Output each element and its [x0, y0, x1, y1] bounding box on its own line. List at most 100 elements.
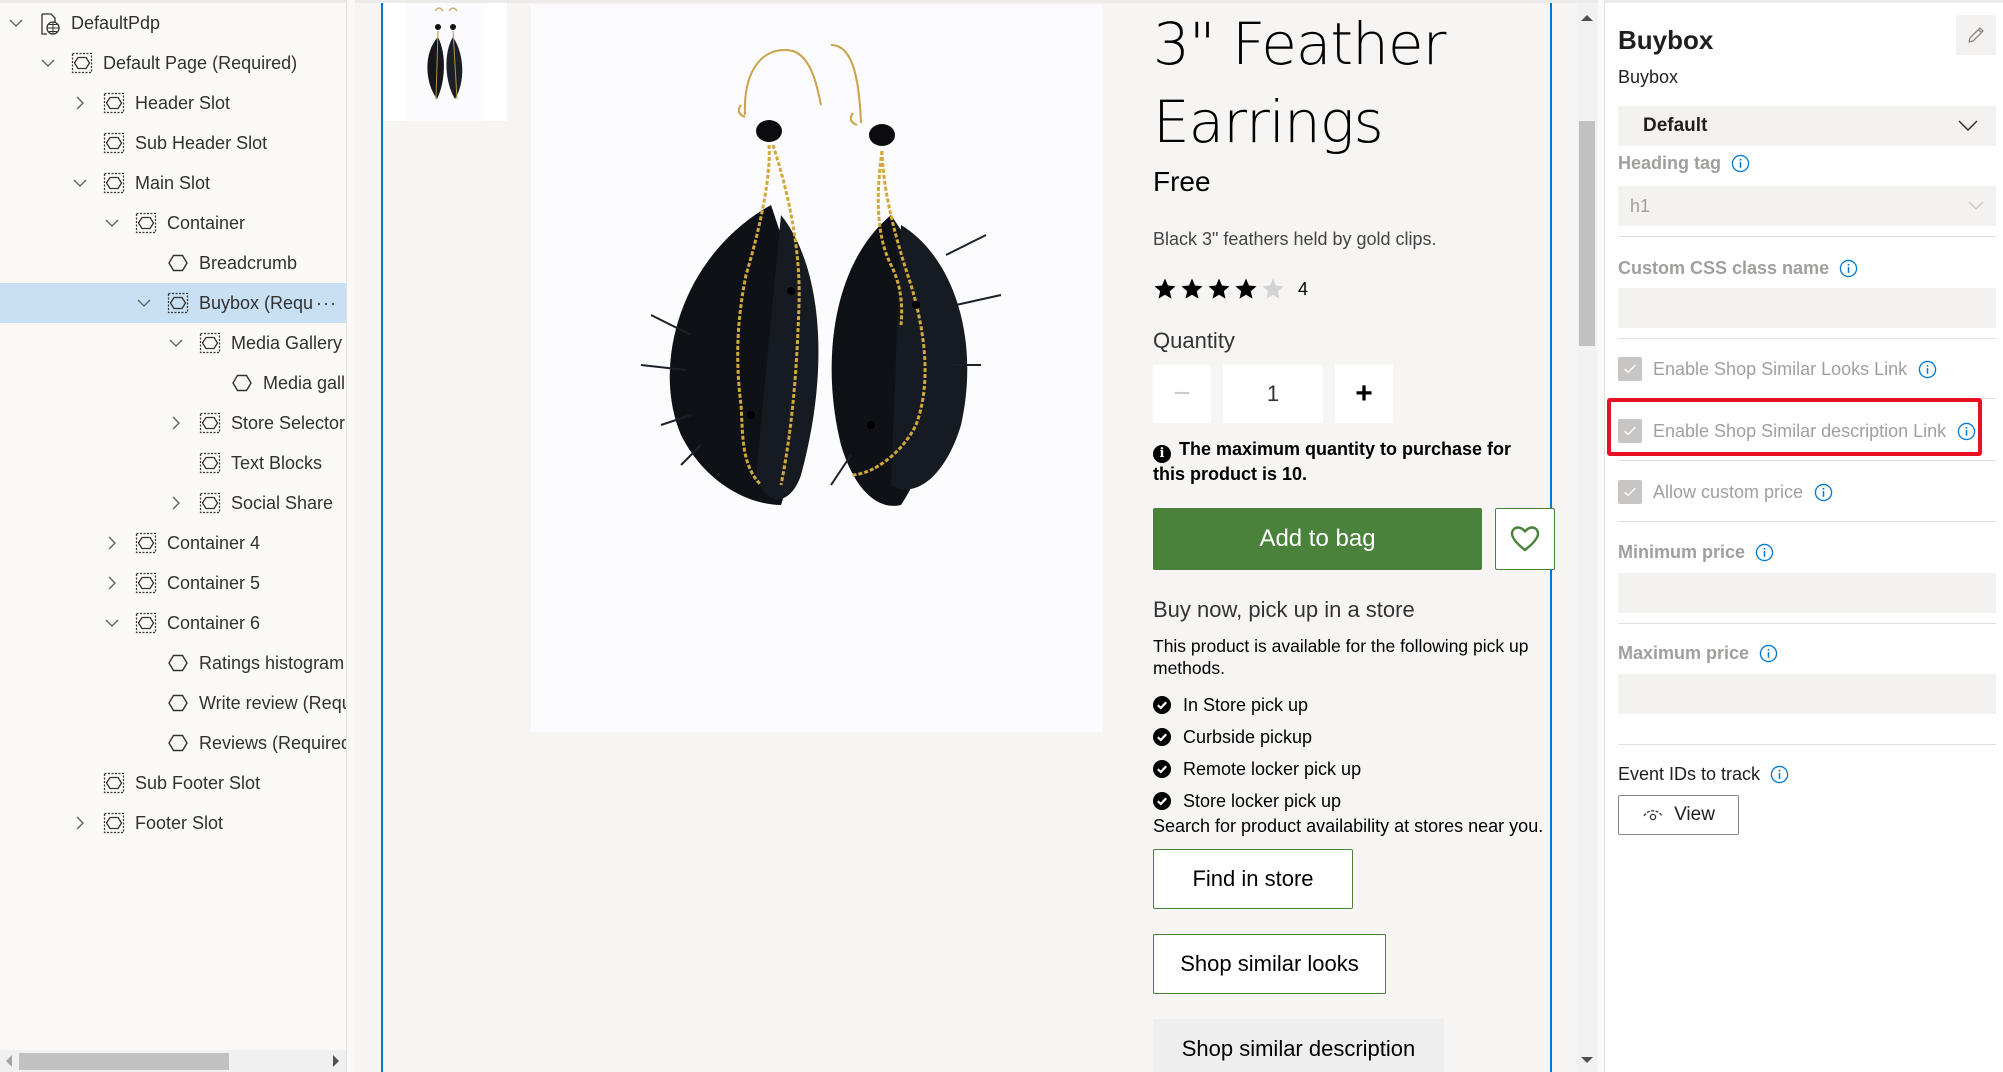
maximum-price-input[interactable]	[1618, 674, 1996, 714]
heading-tag-select[interactable]: h1	[1618, 186, 1996, 226]
pickup-method-item: In Store pick up	[1153, 689, 1361, 721]
info-icon[interactable]	[1957, 422, 1976, 441]
chevron-down-icon[interactable]	[136, 295, 152, 311]
tree-item[interactable]: Container 4	[0, 523, 346, 563]
chevron-down-icon[interactable]	[168, 335, 184, 351]
tree-item[interactable]: Ratings histogram	[0, 643, 346, 683]
tree-item-label: Media gall	[263, 372, 346, 393]
rating-stars[interactable]: 4	[1153, 277, 1308, 301]
chevron-right-icon[interactable]	[104, 535, 120, 551]
preview-content: 3" Feather Earrings Free Black 3" feathe…	[355, 3, 1577, 1072]
eye-icon	[1643, 810, 1663, 821]
scroll-right-arrow-icon[interactable]	[333, 1055, 339, 1067]
product-title: 3" Feather Earrings	[1153, 10, 1446, 156]
add-to-wishlist-button[interactable]	[1495, 508, 1555, 570]
chevron-down-icon[interactable]	[8, 15, 24, 31]
tree-item-label: Reviews (Required)	[199, 732, 347, 753]
tree-item[interactable]: Media gall	[0, 363, 346, 403]
tree-item[interactable]: Main Slot	[0, 163, 346, 203]
scroll-up-arrow-icon[interactable]	[1581, 15, 1593, 21]
layout-dropdown[interactable]: Default	[1618, 106, 1996, 146]
tree-item[interactable]: Buybox (Requ ···	[0, 283, 346, 323]
chevron-down-icon[interactable]	[72, 175, 88, 191]
chevron-down-icon	[1968, 201, 1984, 210]
checkbox[interactable]	[1618, 480, 1642, 504]
tree-item-label: Text Blocks	[231, 452, 323, 473]
tree-item-label: Media Gallery	[231, 332, 343, 353]
tree-item[interactable]: DefaultPdp	[0, 3, 346, 43]
tree-item[interactable]: Container 6	[0, 603, 346, 643]
tree-item[interactable]: Text Blocks	[0, 443, 346, 483]
checkbox[interactable]	[1618, 357, 1642, 381]
chevron-right-icon[interactable]	[168, 415, 184, 431]
tree-item[interactable]: Media Gallery	[0, 323, 346, 363]
heading-tag-value: h1	[1630, 195, 1651, 216]
horizontal-scrollbar-thumb[interactable]	[19, 1053, 229, 1070]
horizontal-scrollbar[interactable]	[0, 1050, 346, 1072]
product-main-image[interactable]	[531, 5, 1103, 732]
chevron-right-icon[interactable]	[72, 815, 88, 831]
increase-quantity-button[interactable]: +	[1335, 365, 1393, 423]
vertical-scrollbar[interactable]	[1577, 3, 1597, 1072]
tree-item[interactable]: Default Page (Required)	[0, 43, 346, 83]
view-button-label: View	[1674, 804, 1715, 825]
star-filled-icon	[1208, 278, 1230, 299]
quantity-input[interactable]	[1223, 365, 1323, 423]
chevron-down-icon[interactable]	[104, 215, 120, 231]
info-icon[interactable]	[1770, 765, 1789, 784]
tree-item[interactable]: Social Share	[0, 483, 346, 523]
checkbox-row[interactable]: Enable Shop Similar description Link	[1618, 419, 1976, 443]
slot-icon	[103, 772, 125, 794]
info-icon[interactable]	[1814, 483, 1833, 502]
tree-item[interactable]: Write review (Requ	[0, 683, 346, 723]
maximum-price-label: Maximum price	[1618, 643, 1778, 664]
tree-item[interactable]: Header Slot	[0, 83, 346, 123]
divider	[1618, 623, 1996, 624]
tree-item[interactable]: Footer Slot	[0, 803, 346, 843]
checkbox[interactable]	[1618, 419, 1642, 443]
max-quantity-note: i The maximum quantity to purchase for th…	[1153, 438, 1548, 485]
find-in-store-button[interactable]: Find in store	[1153, 849, 1353, 909]
view-event-ids-button[interactable]: View	[1618, 795, 1739, 835]
tree-item-label: Container 5	[167, 572, 261, 593]
chevron-down-icon[interactable]	[40, 55, 56, 71]
tree-item[interactable]: Sub Footer Slot	[0, 763, 346, 803]
chevron-right-icon[interactable]	[72, 95, 88, 111]
scroll-down-arrow-icon[interactable]	[1581, 1057, 1593, 1063]
edit-module-name-button[interactable]	[1956, 15, 1996, 55]
decrease-quantity-button[interactable]: −	[1153, 365, 1211, 423]
checkbox-row[interactable]: Allow custom price	[1618, 480, 1833, 504]
slot-icon	[199, 412, 221, 434]
more-options-icon[interactable]: ···	[316, 293, 337, 314]
shop-similar-looks-button[interactable]: Shop similar looks	[1153, 934, 1386, 994]
add-to-bag-button[interactable]: Add to bag	[1153, 508, 1482, 570]
tree-item-label: Sub Footer Slot	[135, 772, 261, 793]
info-icon[interactable]	[1759, 644, 1778, 663]
info-icon[interactable]	[1731, 154, 1750, 173]
info-icon[interactable]	[1755, 543, 1774, 562]
shop-similar-description-button[interactable]: Shop similar description	[1153, 1019, 1444, 1072]
vertical-scrollbar-thumb[interactable]	[1579, 121, 1595, 346]
tree-item[interactable]: Sub Header Slot	[0, 123, 346, 163]
scroll-left-arrow-icon[interactable]	[6, 1055, 12, 1067]
tree-item[interactable]: Container 5	[0, 563, 346, 603]
chevron-right-icon[interactable]	[104, 575, 120, 591]
info-icon[interactable]	[1839, 259, 1858, 278]
tree-item[interactable]: Reviews (Required)	[0, 723, 346, 763]
heading-tag-label-text: Heading tag	[1618, 153, 1722, 173]
css-class-label-text: Custom CSS class name	[1618, 258, 1830, 278]
tree-item[interactable]: Store Selector	[0, 403, 346, 443]
tree-item-label: Default Page (Required)	[103, 52, 298, 73]
tree-item[interactable]: Container	[0, 203, 346, 243]
chevron-right-icon[interactable]	[168, 495, 184, 511]
slot-icon	[167, 292, 189, 314]
media-gallery-thumbnail[interactable]	[383, 3, 507, 121]
minimum-price-input[interactable]	[1618, 573, 1996, 613]
tree-item[interactable]: Breadcrumb	[0, 243, 346, 283]
checkbox-row[interactable]: Enable Shop Similar Looks Link	[1618, 357, 1937, 381]
css-class-input[interactable]	[1618, 288, 1996, 328]
outline-tree-panel: DefaultPdp Default Page (Required) Header …	[0, 0, 347, 1072]
chevron-down-icon[interactable]	[104, 615, 120, 631]
tree-item-label: Buybox (Requ	[199, 292, 314, 313]
info-icon[interactable]	[1918, 360, 1937, 379]
